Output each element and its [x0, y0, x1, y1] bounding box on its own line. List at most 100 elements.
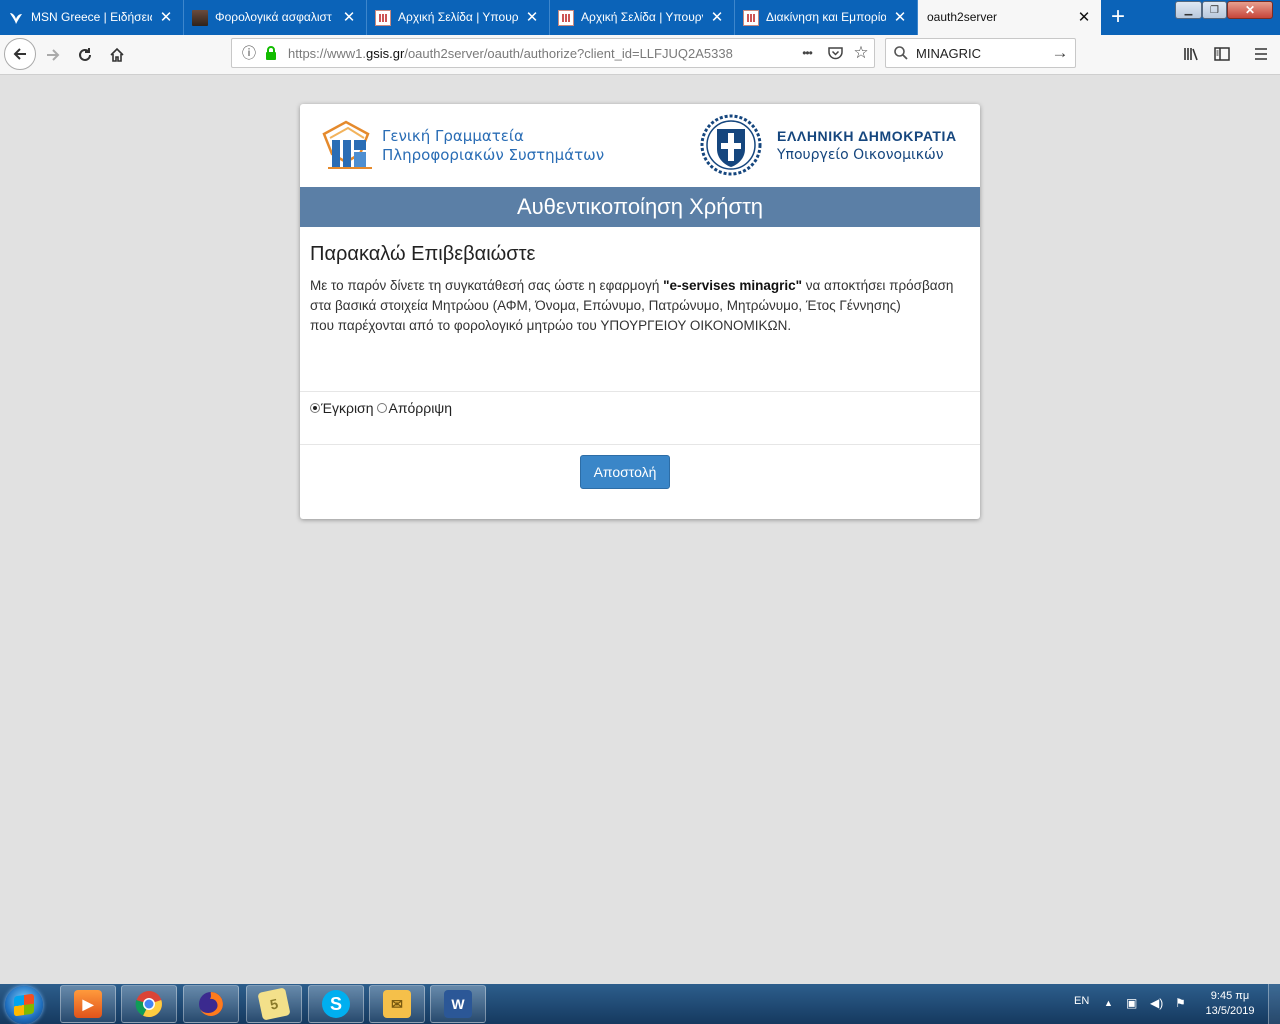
skype-icon: S	[322, 990, 350, 1018]
clock-date: 13/5/2019	[1205, 1005, 1255, 1017]
gsis-name: Γενική Γραμματεία Πληροφοριακών Συστημάτ…	[382, 127, 604, 165]
url-prefix: https://www1.	[288, 45, 367, 61]
new-tab-button[interactable]: +	[1104, 4, 1132, 30]
search-icon	[886, 46, 916, 60]
tab-taxes[interactable]: Φορολογικά ασφαλιστ ✕	[184, 0, 367, 35]
media-player-icon: ▶	[74, 990, 102, 1018]
url-domain: gsis.gr	[366, 45, 405, 61]
back-arrow-icon	[13, 48, 26, 60]
maximize-window-icon[interactable]: ❐	[1202, 1, 1227, 19]
back-button[interactable]	[4, 38, 36, 70]
hellenic-republic-emblem-icon	[700, 114, 762, 176]
tab-strip: MSN Greece | Ειδήσεις ✕ Φορολογικά ασφαλ…	[0, 0, 1280, 35]
home-button[interactable]	[102, 40, 132, 70]
close-tab-icon[interactable]: ✕	[158, 10, 174, 26]
reject-label[interactable]: Απόρριψη	[388, 400, 452, 416]
start-button[interactable]	[5, 986, 43, 1024]
consent-text: Με το παρόν δίνετε τη συγκατάθεσή σας ώσ…	[310, 276, 960, 336]
search-bar[interactable]: MINAGRIC →	[885, 38, 1076, 68]
hamburger-menu-icon[interactable]	[1250, 44, 1272, 64]
taskbar-sticky-notes[interactable]: 5	[246, 985, 302, 1023]
taskbar-word[interactable]: W	[430, 985, 486, 1023]
library-icon[interactable]	[1180, 44, 1202, 64]
ministry-name: Υπουργείο Οικονομικών	[777, 147, 944, 163]
close-window-icon[interactable]: ✕	[1227, 1, 1273, 19]
tab-title: Διακίνηση και Εμπορία	[766, 10, 886, 24]
app-name: "e-servises minagric"	[663, 278, 802, 293]
taskbar-media-player[interactable]: ▶	[60, 985, 116, 1023]
page-actions-icon[interactable]: •••	[792, 46, 822, 60]
close-tab-icon[interactable]: ✕	[341, 10, 357, 26]
tab-title: Αρχική Σελίδα | Υπουργ	[581, 10, 703, 24]
tab-title: Φορολογικά ασφαλιστ	[215, 10, 332, 24]
decision-radio-group: Έγκριση Απόρριψη	[310, 400, 452, 416]
card-header: Γενική Γραμματεία Πληροφοριακών Συστημάτ…	[300, 104, 980, 187]
tab-home-2[interactable]: Αρχική Σελίδα | Υπουργ ✕	[550, 0, 735, 35]
show-desktop-button[interactable]	[1268, 984, 1280, 1024]
sidebar-toggle-icon[interactable]	[1211, 44, 1233, 64]
taskbar-skype[interactable]: S	[308, 985, 364, 1023]
approve-radio[interactable]	[310, 403, 320, 413]
page-title: Αυθεντικοποίηση Χρήστη	[300, 187, 980, 227]
tab-oauth2server[interactable]: oauth2server ✕	[918, 0, 1101, 35]
msn-butterfly-icon	[8, 10, 24, 26]
volume-icon[interactable]: ◀)	[1150, 996, 1163, 1010]
authorization-card: Γενική Γραμματεία Πληροφοριακών Συστημάτ…	[300, 104, 980, 519]
word-icon: W	[444, 990, 472, 1018]
taskbar-outlook[interactable]: ✉	[369, 985, 425, 1023]
windows-taskbar: ▶ 5 S ✉ W EN ▲ ▣ ◀) ⚑ 9:45 πμ 13/5/2019	[0, 984, 1280, 1024]
info-icon[interactable]: ⓘ	[236, 43, 262, 63]
tab-title: Αρχική Σελίδα | Υπουργ	[398, 10, 518, 24]
secure-lock-icon[interactable]	[262, 46, 280, 60]
gsis-name-line2: Πληροφοριακών Συστημάτων	[382, 146, 605, 164]
reject-radio[interactable]	[377, 403, 388, 413]
gsis-favicon-icon	[375, 9, 391, 26]
tab-distribution[interactable]: Διακίνηση και Εμπορία ✕	[735, 0, 918, 35]
windows-logo-icon	[14, 993, 34, 1017]
gsis-favicon-icon	[558, 9, 574, 26]
close-tab-icon[interactable]: ✕	[709, 10, 725, 26]
consent-intro: Με το παρόν δίνετε τη συγκατάθεσή σας ώσ…	[310, 278, 664, 293]
close-tab-icon[interactable]: ✕	[892, 10, 908, 26]
language-indicator[interactable]: EN	[1074, 995, 1089, 1007]
system-clock[interactable]: 9:45 πμ 13/5/2019	[1198, 989, 1262, 1019]
government-title: ΕΛΛΗΝΙΚΗ ΔΗΜΟΚΡΑΤΙΑ	[777, 128, 957, 144]
gsis-logo-icon	[322, 120, 372, 169]
consent-line2: που παρέχονται από το φορολογικό μητρώο …	[310, 318, 792, 333]
bookmark-star-icon[interactable]: ☆	[848, 43, 874, 63]
tab-title: MSN Greece | Ειδήσεις	[31, 10, 152, 24]
approve-label[interactable]: Έγκριση	[321, 400, 373, 416]
divider	[300, 444, 980, 445]
tab-home-1[interactable]: Αρχική Σελίδα | Υπουργ ✕	[367, 0, 550, 35]
reload-icon	[79, 48, 91, 61]
search-go-arrow-icon[interactable]: →	[1045, 43, 1075, 63]
network-icon[interactable]: ▣	[1126, 996, 1137, 1010]
url-text[interactable]: https://www1.gsis.gr/oauth2server/oauth/…	[288, 46, 792, 61]
address-bar[interactable]: ⓘ https://www1.gsis.gr/oauth2server/oaut…	[231, 38, 875, 68]
forward-arrow-icon	[47, 49, 60, 61]
clock-time: 9:45 πμ	[1210, 990, 1250, 1002]
gsis-name-line1: Γενική Γραμματεία	[382, 127, 524, 145]
minimize-window-icon[interactable]: ▁	[1175, 1, 1202, 19]
action-center-flag-icon[interactable]: ⚑	[1175, 996, 1186, 1010]
pocket-icon[interactable]	[822, 46, 848, 60]
reload-button[interactable]	[70, 40, 100, 70]
forward-button[interactable]	[38, 40, 68, 70]
close-tab-icon[interactable]: ✕	[1076, 10, 1092, 26]
taskbar-firefox[interactable]	[183, 985, 239, 1023]
url-path: /oauth2server/oauth/authorize?client_id=…	[404, 45, 733, 61]
divider	[300, 391, 980, 392]
government-name: ΕΛΛΗΝΙΚΗ ΔΗΜΟΚΡΑΤΙΑ Υπουργείο Οικονομικώ…	[777, 127, 957, 165]
sticky-notes-icon: 5	[257, 987, 291, 1021]
submit-button[interactable]: Αποστολή	[580, 455, 670, 489]
taskbar-chrome[interactable]	[121, 985, 177, 1023]
tab-title: oauth2server	[927, 10, 998, 24]
show-hidden-icons-icon[interactable]: ▲	[1104, 998, 1113, 1008]
navigation-toolbar: ⓘ https://www1.gsis.gr/oauth2server/oaut…	[0, 35, 1280, 75]
photo-favicon-icon	[192, 9, 208, 26]
close-tab-icon[interactable]: ✕	[524, 10, 540, 26]
gsis-favicon-icon	[743, 9, 759, 26]
home-icon	[110, 47, 124, 62]
search-input[interactable]: MINAGRIC	[916, 46, 1045, 61]
tab-msn[interactable]: MSN Greece | Ειδήσεις ✕	[0, 0, 184, 35]
